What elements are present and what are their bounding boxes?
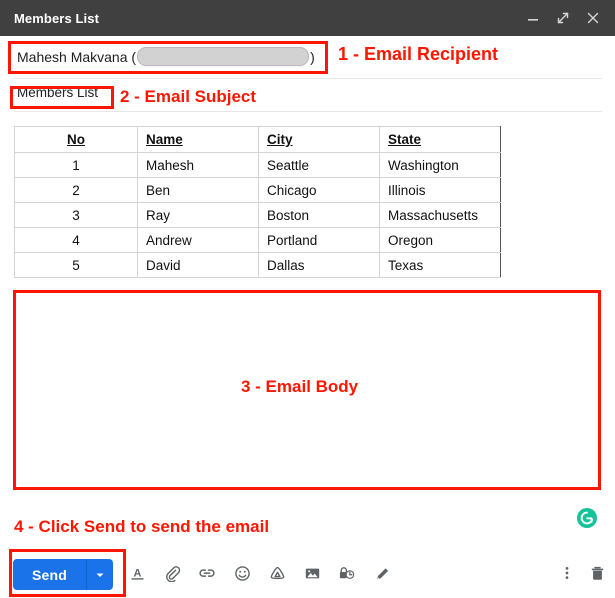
compose-toolbar: Send A — [0, 551, 615, 598]
cell-no: 4 — [14, 227, 138, 253]
grammarly-icon[interactable] — [576, 507, 598, 529]
cell-city: Dallas — [258, 252, 380, 278]
cell-state: Illinois — [379, 177, 501, 203]
insert-photo-icon[interactable] — [303, 564, 321, 582]
trash-icon[interactable] — [588, 564, 606, 582]
table-row: 1 Mahesh Seattle Washington — [14, 152, 501, 178]
cell-no: 3 — [14, 202, 138, 228]
cell-no: 1 — [14, 152, 138, 178]
annotation-label-send: 4 - Click Send to send the email — [14, 517, 270, 536]
cell-state: Oregon — [379, 227, 501, 253]
cell-no: 5 — [14, 252, 138, 278]
email-body-editor[interactable] — [14, 291, 600, 489]
recipient-row[interactable]: Mahesh Makvana ( ) — [0, 36, 615, 78]
cell-state: Washington — [379, 152, 501, 178]
table-row: 2 Ben Chicago Illinois — [14, 177, 501, 203]
cell-state: Massachusetts — [379, 202, 501, 228]
insert-emoji-icon[interactable] — [233, 564, 251, 582]
toolbar-icon-group: A — [128, 564, 391, 582]
insert-link-icon[interactable] — [198, 564, 216, 582]
cell-no: 2 — [14, 177, 138, 203]
table-header-state: State — [379, 126, 501, 153]
recipient-name-prefix: Mahesh Makvana ( — [17, 48, 137, 65]
insert-drive-file-icon[interactable] — [268, 564, 286, 582]
cell-city: Seattle — [258, 152, 380, 178]
members-table: No Name City State 1 Mahesh Seattle Wash… — [14, 126, 501, 278]
cell-name: Ben — [137, 177, 259, 203]
recipient-email-redaction — [137, 47, 310, 66]
table-header-no: No — [14, 126, 138, 153]
window-controls — [525, 10, 601, 26]
insert-signature-icon[interactable] — [373, 564, 391, 582]
cell-city: Boston — [258, 202, 380, 228]
formatting-options-icon[interactable]: A — [128, 564, 146, 582]
table-row: 5 David Dallas Texas — [14, 252, 501, 278]
cell-city: Portland — [258, 227, 380, 253]
cell-name: Mahesh — [137, 152, 259, 178]
attach-file-icon[interactable] — [163, 564, 181, 582]
cell-state: Texas — [379, 252, 501, 278]
subject-divider — [14, 111, 602, 112]
table-header-row: No Name City State — [14, 126, 501, 153]
page-title: Members List — [14, 10, 100, 26]
cell-city: Chicago — [258, 177, 380, 203]
subject-input[interactable]: Members List — [17, 85, 98, 100]
table-row: 3 Ray Boston Massachusetts — [14, 202, 501, 228]
confidential-mode-icon[interactable] — [338, 564, 356, 582]
table-header-name: Name — [137, 126, 259, 153]
recipient-value[interactable]: Mahesh Makvana ( ) — [17, 47, 315, 66]
chevron-down-icon[interactable] — [86, 559, 113, 590]
table-row: 4 Andrew Portland Oregon — [14, 227, 501, 253]
send-button[interactable]: Send — [13, 559, 114, 590]
minimize-icon[interactable] — [525, 10, 541, 26]
table-header-city: City — [258, 126, 380, 153]
toolbar-right-group — [558, 564, 606, 582]
recipient-name-suffix: ) — [310, 48, 315, 65]
subject-row[interactable]: Members List — [0, 79, 615, 109]
send-button-label[interactable]: Send — [13, 559, 86, 590]
compose-window-titlebar: Members List — [0, 0, 615, 36]
more-options-icon[interactable] — [558, 564, 576, 582]
close-icon[interactable] — [585, 10, 601, 26]
cell-name: Andrew — [137, 227, 259, 253]
cell-name: Ray — [137, 202, 259, 228]
cell-name: David — [137, 252, 259, 278]
expand-icon[interactable] — [555, 10, 571, 26]
svg-text:A: A — [133, 567, 141, 579]
